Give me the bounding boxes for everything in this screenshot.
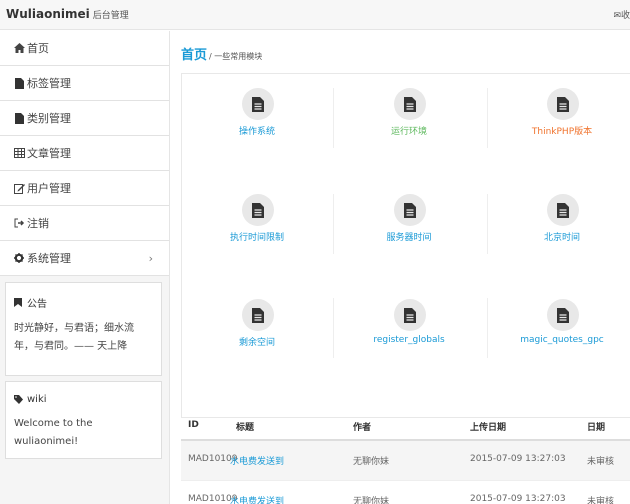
cell-title[interactable]: 水电费发送到 [230,494,284,504]
wiki-body: Welcome to the wuliaonimei! [14,418,93,447]
sidebar-item-label: 系统管理 [27,252,71,265]
sidebar-item-articles[interactable]: 文章管理 [0,136,169,171]
sidebar-item-logout[interactable]: 注销 [0,206,169,241]
module-label: 执行时间限制 [229,233,284,243]
wiki-title: wiki [6,382,161,405]
header-id: ID [188,420,199,430]
module-label: 剩余空间 [238,338,275,348]
notice-body: 时光静好，与君语；细水流年，与君同。—— 天上降 [14,323,134,352]
bookmark-icon [14,298,23,307]
cell-author: 无聊你妹 [353,497,390,504]
chevron-right-icon: › [148,252,153,265]
module-os[interactable]: 操作系统 [182,74,332,189]
sidebar-item-tags[interactable]: 标签管理 [0,66,169,101]
wiki-title-text: wiki [27,394,47,405]
module-label: register_globals [373,335,445,345]
document-icon [394,194,426,226]
notice-title-text: 公告 [27,299,47,310]
document-icon [394,299,426,331]
messages-link[interactable]: ✉收 [613,8,630,21]
sidebar-item-label: 标签管理 [27,77,71,90]
module-exec-time-limit[interactable]: 执行时间限制 [182,180,332,295]
cell-status: 未审核 [587,457,615,467]
table-header: ID 标题 作者 上传日期 日期 [181,409,630,441]
sidebar: 首页 标签管理 类别管理 文章管理 用户管理 注销 系统管理 › 公告 时光静好… [0,31,170,504]
sidebar-item-categories[interactable]: 类别管理 [0,101,169,136]
module-magic-quotes-gpc[interactable]: magic_quotes_gpc [487,285,630,400]
module-label: 运行环境 [390,127,427,137]
module-label: 服务器时间 [386,233,432,243]
module-label: 操作系统 [238,127,275,137]
module-label: ThinkPHP版本 [531,127,593,137]
module-grid: 操作系统 运行环境 ThinkPHP版本 执行时间限制 服务器时间 北京时间 剩… [181,73,630,418]
cell-date: 2015-07-09 13:27:03 [470,494,566,504]
wiki-panel: wiki Welcome to the wuliaonimei! [5,381,162,459]
header-upload-date: 上传日期 [470,423,507,433]
module-thinkphp-version[interactable]: ThinkPHP版本 [487,74,630,189]
document-icon [547,88,579,120]
document-icon [242,88,274,120]
main-content: 首页 / 一些常用模块 操作系统 运行环境 ThinkPHP版本 执行时间限制 服… [171,31,630,504]
cell-author: 无聊你妹 [353,457,390,467]
breadcrumb: 首页 / 一些常用模块 [181,44,262,63]
document-icon [242,194,274,226]
breadcrumb-desc: / 一些常用模块 [209,52,263,61]
module-beijing-time[interactable]: 北京时间 [487,180,630,295]
notice-panel: 公告 时光静好，与君语；细水流年，与君同。—— 天上降 [5,282,162,376]
sidebar-item-users[interactable]: 用户管理 [0,171,169,206]
article-table: ID 标题 作者 上传日期 日期 MAD10109 水电费发送到 无聊你妹 20… [181,409,630,504]
brand-name: Wuliaonimei [6,7,90,21]
module-label: magic_quotes_gpc [520,335,604,345]
file-icon [13,77,25,89]
table-row[interactable]: MAD10109 水电费发送到 无聊你妹 2015-07-09 13:27:03… [181,441,630,481]
sidebar-item-home[interactable]: 首页 [0,31,169,66]
module-register-globals[interactable]: register_globals [334,285,484,400]
sidebar-item-label: 文章管理 [27,147,71,160]
sidebar-item-system[interactable]: 系统管理 › [0,241,169,276]
gear-icon [13,252,25,264]
tag-icon [14,395,23,404]
brand[interactable]: Wuliaonimei 后台管理 [6,7,129,21]
cell-title[interactable]: 水电费发送到 [230,454,284,467]
cell-status: 未审核 [587,497,615,504]
header-title: 标题 [236,423,255,433]
breadcrumb-home[interactable]: 首页 [181,48,207,63]
table-row[interactable]: MAD10109 水电费发送到 无聊你妹 2015-07-09 13:27:03… [181,481,630,504]
module-server-time[interactable]: 服务器时间 [334,180,484,295]
header-date: 日期 [587,423,606,433]
module-free-space[interactable]: 剩余空间 [182,285,332,400]
brand-subtitle: 后台管理 [92,11,129,21]
notice-title: 公告 [6,283,161,310]
table-icon [13,147,25,159]
edit-icon [13,182,25,194]
home-icon [13,42,25,54]
module-label: 北京时间 [543,233,580,243]
cell-date: 2015-07-09 13:27:03 [470,454,566,464]
sidebar-item-label: 用户管理 [27,182,71,195]
top-navbar: Wuliaonimei 后台管理 ✉收 [0,0,630,30]
sidebar-item-label: 类别管理 [27,112,71,125]
logout-icon [13,217,25,229]
document-icon [394,88,426,120]
document-icon [547,299,579,331]
header-author: 作者 [353,423,372,433]
file-icon [13,112,25,124]
module-runtime[interactable]: 运行环境 [334,74,484,189]
sidebar-item-label: 首页 [27,42,49,55]
sidebar-item-label: 注销 [27,217,49,230]
document-icon [242,299,274,331]
document-icon [547,194,579,226]
